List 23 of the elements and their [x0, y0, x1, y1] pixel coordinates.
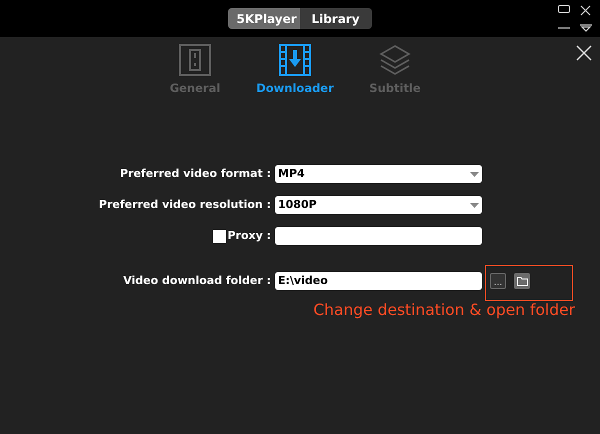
browse-button[interactable]: ...	[490, 273, 506, 290]
dropdown-field[interactable]: MP4	[275, 165, 482, 184]
switch-icon	[179, 44, 211, 76]
input-field[interactable]	[275, 227, 482, 246]
caret-icon	[470, 202, 479, 208]
input-field[interactable]: E:\video	[275, 272, 482, 290]
close-icon[interactable]	[576, 45, 592, 61]
maximize-icon[interactable]	[558, 5, 570, 13]
layers-icon	[379, 44, 411, 76]
field-label: Preferred video resolution :	[98, 197, 271, 213]
download-icon	[279, 44, 311, 76]
dropdown-icon[interactable]	[580, 24, 592, 32]
annotation-text: Change destination & open folder	[313, 300, 575, 322]
field-label: Video download folder :	[123, 273, 271, 289]
field-label: Preferred video format :	[120, 166, 271, 182]
caret-icon	[470, 172, 479, 177]
folder-icon	[516, 276, 528, 286]
open-folder-button[interactable]	[514, 273, 530, 290]
field-label: Proxy :	[227, 228, 271, 244]
dropdown-field[interactable]: 1080P	[275, 196, 482, 214]
header-tab[interactable]: 5KPlayer	[228, 8, 300, 29]
proxy-checkbox[interactable]	[213, 230, 226, 243]
close-icon[interactable]	[580, 5, 591, 16]
